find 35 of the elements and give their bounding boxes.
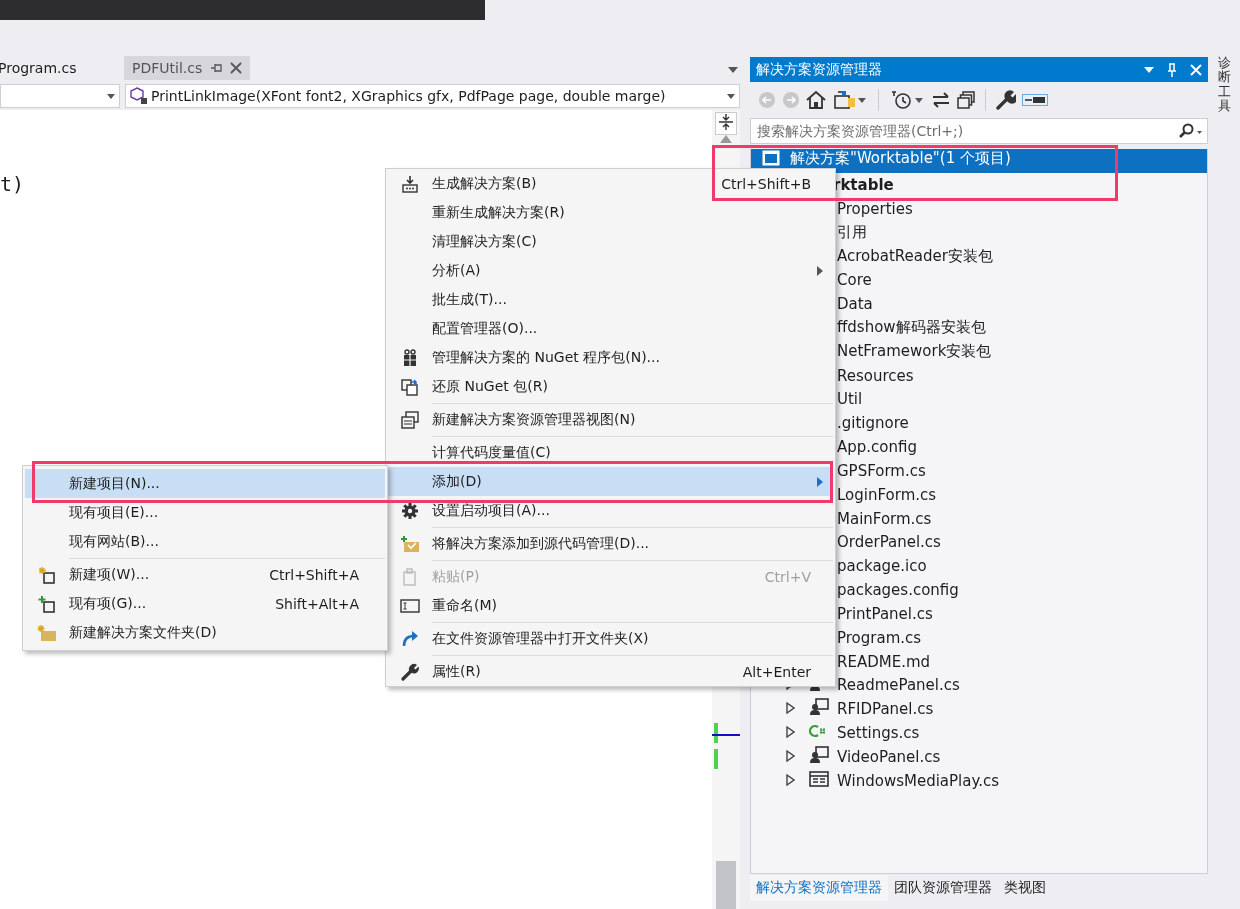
menu-item[interactable]: 添加(D) <box>388 467 833 496</box>
menu-item[interactable]: 在文件资源管理器中打开文件夹(X) <box>388 624 833 653</box>
tree-item[interactable]: 解决方案"Worktable"(1 个项目) <box>751 149 1207 173</box>
code-line: t) <box>0 172 25 196</box>
panel-tab[interactable]: 类视图 <box>998 875 1052 901</box>
menu-item[interactable]: 新建项目(N)... <box>25 469 385 498</box>
panel-title: 解决方案资源管理器 <box>756 60 883 79</box>
tree-item[interactable]: WindowsMediaPlay.cs <box>751 768 1207 793</box>
search-field[interactable]: 搜索解决方案资源管理器(Ctrl+;) <box>750 118 1208 144</box>
menu-item[interactable]: 现有网站(B)... <box>25 527 385 556</box>
menu-item[interactable]: 重新生成解决方案(R) <box>388 198 833 227</box>
menu-item[interactable]: 管理解决方案的 NuGet 程序包(N)... <box>388 343 833 372</box>
menu-item[interactable]: 清理解决方案(C) <box>388 227 833 256</box>
menu-item[interactable]: 重命名(M) <box>388 591 833 620</box>
tree-item[interactable]: VideoPanel.cs <box>751 745 1207 769</box>
member-dropdown[interactable]: PrintLinkImage(XFont font2, XGraphics gfx, PdfPage page, double marge) <box>125 84 740 108</box>
panel-tab[interactable]: 解决方案资源管理器 <box>750 875 888 901</box>
side-tab[interactable]: 诊断工具 <box>1217 56 1231 909</box>
menu-item[interactable]: 配置管理器(O)... <box>388 314 833 343</box>
menu-item[interactable]: 还原 NuGet 包(R) <box>388 372 833 401</box>
document-tab[interactable]: PDFUtil.cs <box>124 56 251 80</box>
tree-item[interactable]: Settings.cs <box>751 721 1207 746</box>
menu-item[interactable]: 批生成(T)... <box>388 285 833 314</box>
menu-item[interactable]: 将解决方案添加到源代码管理(D)... <box>388 529 833 558</box>
menu-item[interactable]: 新建解决方案文件夹(D) <box>25 618 385 647</box>
menu-item[interactable]: 新建项(W)... Ctrl+Shift+A <box>25 560 385 589</box>
menu-item[interactable]: 分析(A) <box>388 256 833 285</box>
document-tab[interactable]: Program.cs <box>0 56 124 80</box>
menu-item[interactable]: 新建解决方案资源管理器视图(N) <box>388 405 833 434</box>
panel-tab[interactable]: 团队资源管理器 <box>888 875 998 901</box>
menu-item[interactable]: 现有项(G)... Shift+Alt+A <box>25 589 385 618</box>
menu-item[interactable]: 计算代码度量值(C) <box>388 438 833 467</box>
tree-item[interactable]: RFIDPanel.cs <box>751 697 1207 722</box>
menu-item[interactable]: 现有项目(E)... <box>25 498 385 527</box>
menu-item[interactable]: 属性(R) Alt+Enter <box>388 657 833 686</box>
